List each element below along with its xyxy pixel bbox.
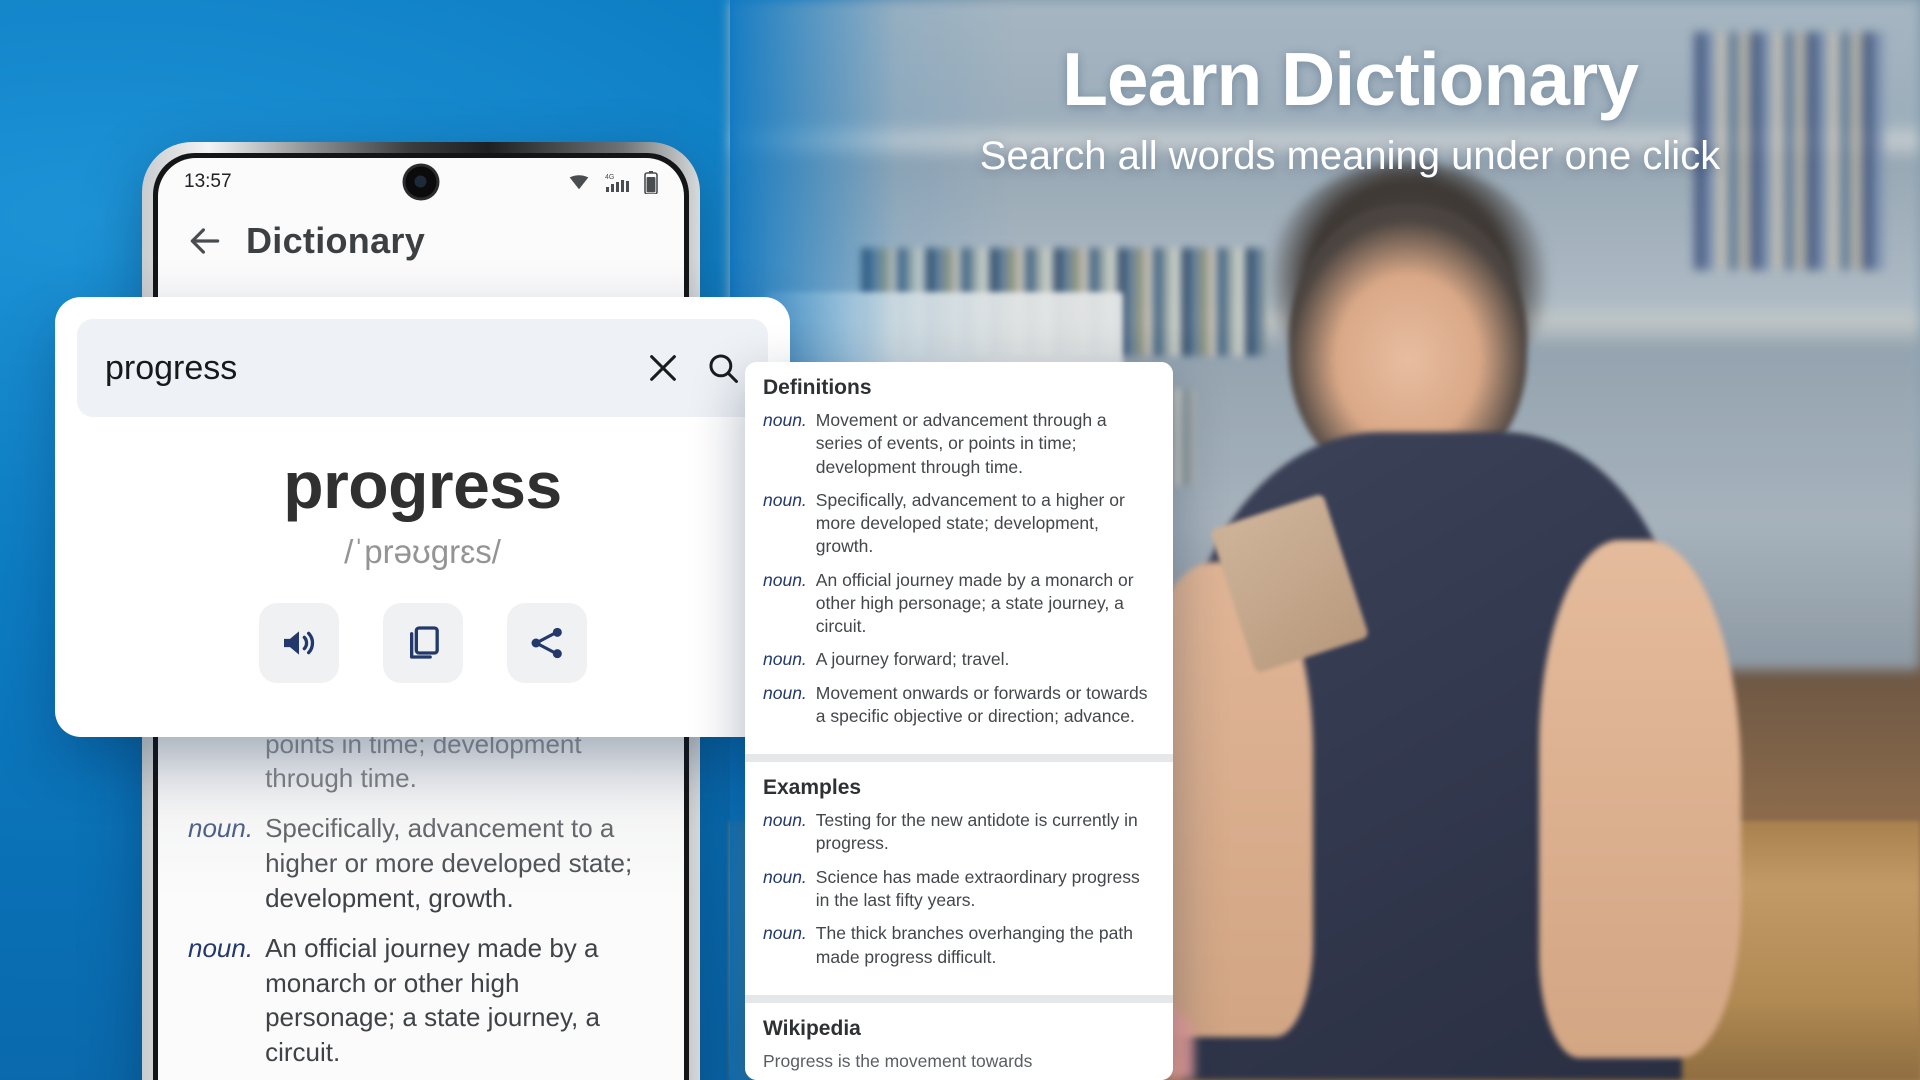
part-of-speech: noun. bbox=[188, 932, 254, 963]
definition-text: Movement onwards or forwards or towards … bbox=[815, 682, 1148, 726]
wikipedia-text: Progress is the movement towards bbox=[763, 1050, 1033, 1071]
word-display: progress /ˈprəʊɡrɛs/ bbox=[77, 417, 768, 571]
list-item: noun. Testing for the new antidote is cu… bbox=[763, 809, 1155, 856]
back-arrow-icon[interactable] bbox=[186, 222, 224, 260]
app-bar: Dictionary bbox=[158, 206, 684, 284]
list-item: noun. Specifically, advancement to a hig… bbox=[763, 489, 1155, 559]
part-of-speech: noun. bbox=[763, 866, 807, 887]
part-of-speech: noun. bbox=[763, 810, 807, 831]
definition-text: An official journey made by a monarch or… bbox=[265, 932, 600, 1068]
list-item: noun. Movement or advancement through a … bbox=[763, 409, 1155, 479]
front-camera-icon bbox=[405, 166, 437, 198]
share-icon bbox=[531, 627, 562, 659]
list-item: noun. The thick branches overhanging the… bbox=[763, 922, 1155, 969]
app-bar-title: Dictionary bbox=[246, 220, 426, 261]
part-of-speech: noun. bbox=[188, 813, 254, 844]
section-divider bbox=[745, 754, 1173, 763]
search-actions bbox=[646, 351, 740, 385]
status-time: 13:57 bbox=[184, 171, 232, 192]
signal-4g-icon: 4G bbox=[605, 174, 629, 192]
panel-examples-heading: Examples bbox=[763, 776, 862, 800]
definition-text: An official journey made by a monarch or… bbox=[815, 569, 1134, 637]
status-icons: 4G bbox=[568, 170, 658, 194]
speak-button[interactable] bbox=[258, 603, 339, 683]
search-value[interactable]: progress bbox=[105, 349, 646, 388]
list-item: noun. Science has made extraordinary pro… bbox=[763, 866, 1155, 913]
panel-wikipedia-section: Wikipedia Progress is the movement towar… bbox=[745, 1002, 1173, 1080]
promo-subtitle: Search all words meaning under one click bbox=[979, 133, 1721, 178]
word-card: progress progress /ˈprəʊɡrɛs/ bbox=[55, 297, 790, 737]
svg-text:4G: 4G bbox=[605, 174, 614, 181]
list-item: noun. An official journey made by a mona… bbox=[188, 931, 654, 1070]
copy-button[interactable] bbox=[382, 603, 463, 683]
copy-icon bbox=[409, 626, 439, 659]
part-of-speech: noun. bbox=[763, 649, 807, 670]
panel-examples-section: Examples noun. Testing for the new antid… bbox=[745, 762, 1173, 995]
example-text: Testing for the new antidote is currentl… bbox=[815, 810, 1138, 854]
share-button[interactable] bbox=[506, 603, 587, 683]
search-icon[interactable] bbox=[706, 351, 740, 385]
definition-text: Specifically, advancement to a higher or… bbox=[815, 489, 1125, 557]
example-text: The thick branches overhanging the path … bbox=[815, 923, 1133, 967]
volume-up-icon bbox=[283, 631, 314, 655]
promo-title: Learn Dictionary bbox=[1062, 37, 1639, 121]
panel-definitions-heading: Definitions bbox=[763, 376, 872, 399]
word-action-bar bbox=[77, 603, 768, 683]
part-of-speech: noun. bbox=[763, 489, 807, 510]
part-of-speech: noun. bbox=[763, 410, 807, 430]
part-of-speech: noun. bbox=[763, 569, 807, 590]
part-of-speech: noun. bbox=[763, 923, 807, 944]
battery-icon bbox=[644, 170, 658, 194]
list-item: noun. Specifically, advancement to a hig… bbox=[188, 811, 654, 915]
search-input[interactable]: progress bbox=[77, 319, 768, 417]
list-item: noun. Movement onwards or forwards or to… bbox=[763, 682, 1155, 729]
example-text: Science has made extraordinary progress … bbox=[815, 866, 1140, 910]
list-item: noun. An official journey made by a mona… bbox=[763, 569, 1155, 639]
section-divider bbox=[745, 994, 1173, 1003]
status-bar: 13:57 4G bbox=[158, 158, 684, 206]
page-title: progress bbox=[283, 448, 562, 522]
close-icon[interactable] bbox=[646, 351, 680, 385]
panel-definitions-section: Definitions noun. Movement or advancemen… bbox=[745, 362, 1173, 755]
part-of-speech: noun. bbox=[763, 682, 807, 703]
definitions-panel: Definitions noun. Movement or advancemen… bbox=[745, 362, 1173, 1080]
definition-text: Movement or advancement through a series… bbox=[815, 410, 1107, 477]
definition-text: Specifically, advancement to a higher or… bbox=[265, 813, 633, 913]
definition-text: A journey forward; travel. bbox=[815, 649, 1010, 670]
promo-headline: Learn Dictionary Search all words meanin… bbox=[820, 40, 1880, 179]
wifi-icon bbox=[569, 174, 589, 189]
panel-wikipedia-heading: Wikipedia bbox=[763, 1016, 861, 1040]
phonetic-text: /ˈprəʊɡrɛs/ bbox=[344, 533, 501, 570]
list-item: noun. A journey forward; travel. bbox=[763, 648, 1155, 671]
